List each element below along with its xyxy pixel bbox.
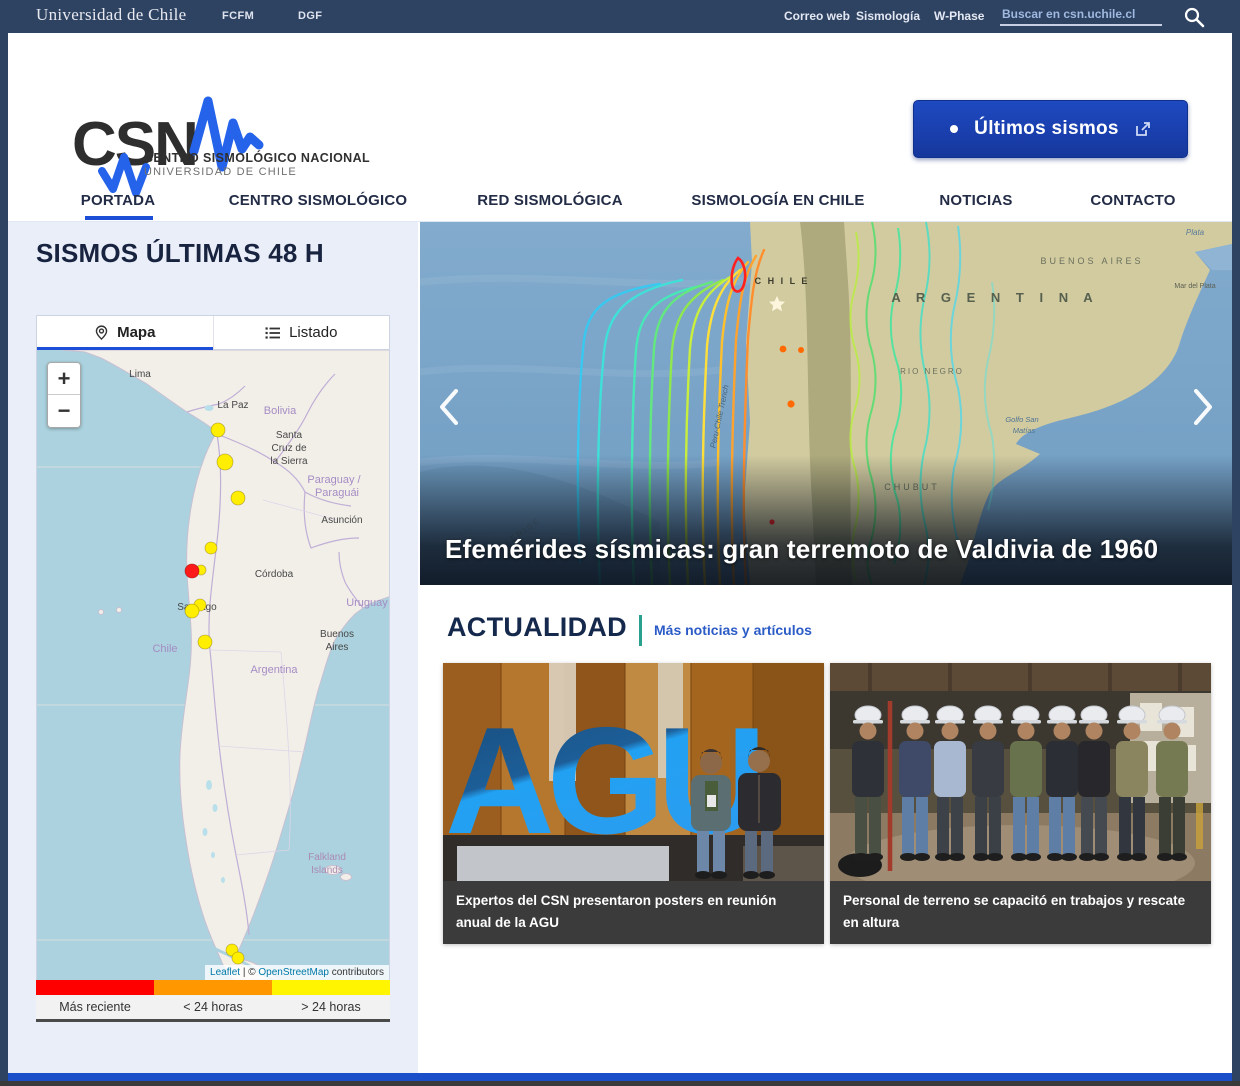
ultimos-sismos-button[interactable]: Últimos sismos bbox=[913, 100, 1188, 158]
svg-text:RIO NEGRO: RIO NEGRO bbox=[900, 367, 964, 376]
footer-blue-strip bbox=[8, 1073, 1232, 1081]
attrib-sep: | © bbox=[240, 967, 258, 978]
tab-mapa[interactable]: Mapa bbox=[37, 316, 213, 349]
svg-text:Buenos: Buenos bbox=[320, 629, 354, 640]
nav-centro-sismologico[interactable]: CENTRO SISMOLÓGICO bbox=[229, 192, 408, 209]
svg-text:Plata: Plata bbox=[1186, 228, 1205, 237]
svg-text:Matías: Matías bbox=[1013, 426, 1036, 435]
legend-swatch-lt24 bbox=[154, 980, 272, 995]
svg-text:La Paz: La Paz bbox=[217, 400, 248, 411]
site-header: CSN CENTRO SISMOLÓGICO NACIONAL UNIVERSI… bbox=[8, 33, 1232, 222]
footer-dark-strip bbox=[0, 1081, 1240, 1086]
search-icon[interactable] bbox=[1182, 5, 1206, 29]
svg-text:Cruz de: Cruz de bbox=[271, 443, 306, 454]
osm-link[interactable]: OpenStreetMap bbox=[258, 967, 329, 978]
search-input[interactable] bbox=[1000, 4, 1162, 26]
svg-text:Argentina: Argentina bbox=[250, 664, 298, 676]
csn-homepage: Universidad de Chile FCFM DGF Correo web… bbox=[0, 0, 1240, 1086]
logo-tagline-1: CENTRO SISMOLÓGICO NACIONAL bbox=[144, 151, 370, 165]
svg-text:Paraguay /: Paraguay / bbox=[307, 474, 361, 486]
legend-label-gt24: > 24 horas bbox=[272, 995, 390, 1019]
zoom-out-button[interactable]: − bbox=[48, 395, 80, 427]
external-link-icon bbox=[1135, 121, 1151, 137]
svg-text:Uruguay: Uruguay bbox=[346, 597, 388, 609]
legend-label-lt24: < 24 horas bbox=[154, 995, 272, 1019]
news-card-agu[interactable]: AGU Expertos del CSN presentaron posters… bbox=[443, 663, 824, 944]
svg-text:Chile: Chile bbox=[152, 643, 177, 655]
nav-portada[interactable]: PORTADA bbox=[81, 192, 155, 209]
dgf-link[interactable]: DGF bbox=[298, 10, 322, 22]
svg-text:Asunción: Asunción bbox=[321, 515, 362, 526]
legend-color-bar bbox=[36, 980, 390, 995]
ultimos-sismos-label: Últimos sismos bbox=[974, 118, 1119, 140]
zoom-in-button[interactable]: + bbox=[48, 363, 80, 395]
news-image-agu: AGU bbox=[443, 663, 824, 881]
wphase-link[interactable]: W-Phase bbox=[934, 9, 984, 23]
hero-carousel: A R G E N T I N A BUENOS AIRES Plata Mar de… bbox=[420, 222, 1232, 585]
tab-listado-label: Listado bbox=[289, 324, 337, 341]
nav-noticias[interactable]: NOTICIAS bbox=[939, 192, 1012, 209]
svg-text:la Sierra: la Sierra bbox=[270, 456, 308, 467]
nav-sismologia-en-chile[interactable]: SISMOLOGÍA EN CHILE bbox=[691, 192, 864, 209]
svg-text:Falkland: Falkland bbox=[308, 852, 346, 863]
svg-text:Islands: Islands bbox=[311, 865, 343, 876]
zoom-control: + − bbox=[47, 362, 81, 428]
bullet-dot-icon bbox=[950, 125, 958, 133]
map-pin-icon bbox=[94, 325, 109, 340]
leaflet-map[interactable]: Lima La Paz Bolivia Santa Cruz de la Sierra Pa… bbox=[36, 350, 390, 980]
carousel-prev-icon[interactable] bbox=[436, 387, 462, 427]
news-image-capacitacion bbox=[830, 663, 1211, 881]
news-caption-capacitacion: Personal de terreno se capacitó en traba… bbox=[830, 881, 1211, 944]
carousel-next-icon[interactable] bbox=[1190, 387, 1216, 427]
leaflet-link[interactable]: Leaflet bbox=[210, 967, 240, 978]
active-nav-indicator bbox=[85, 216, 153, 220]
svg-text:Bolivia: Bolivia bbox=[264, 405, 297, 417]
svg-text:BUENOS AIRES: BUENOS AIRES bbox=[1040, 256, 1143, 266]
more-news-link[interactable]: Más noticias y artículos bbox=[654, 622, 812, 638]
uchile-brand-link[interactable]: Universidad de Chile bbox=[36, 5, 186, 25]
svg-text:Paraguái: Paraguái bbox=[315, 487, 359, 499]
caption-gradient bbox=[420, 455, 1232, 585]
tab-mapa-label: Mapa bbox=[117, 324, 155, 341]
tab-listado[interactable]: Listado bbox=[213, 316, 390, 349]
heading-divider bbox=[639, 615, 642, 646]
nav-red-sismologica[interactable]: RED SISMOLÓGICA bbox=[477, 192, 623, 209]
top-utility-bar: Universidad de Chile FCFM DGF Correo web… bbox=[0, 0, 1240, 33]
actualidad-heading: ACTUALIDAD bbox=[447, 612, 627, 643]
legend-swatch-recent bbox=[36, 980, 154, 995]
svg-text:Lima: Lima bbox=[129, 369, 151, 380]
svg-text:Mar del Plata: Mar del Plata bbox=[1174, 283, 1215, 290]
svg-text:Córdoba: Córdoba bbox=[255, 569, 294, 580]
search-field-wrap bbox=[1000, 4, 1162, 26]
nav-contacto[interactable]: CONTACTO bbox=[1090, 192, 1175, 209]
attrib-suffix: contributors bbox=[329, 967, 384, 978]
svg-text:Aires: Aires bbox=[326, 642, 349, 653]
csn-logo[interactable]: CSN bbox=[66, 93, 366, 203]
sismologia-link[interactable]: Sismología bbox=[856, 9, 920, 23]
legend-labels: Más reciente < 24 horas > 24 horas bbox=[36, 995, 390, 1022]
list-icon bbox=[265, 326, 281, 340]
svg-text:Santa: Santa bbox=[276, 430, 303, 441]
svg-text:Golfo San: Golfo San bbox=[1005, 415, 1038, 424]
news-caption-agu: Expertos del CSN presentaron posters en … bbox=[443, 881, 824, 944]
logo-tagline-2: UNIVERSIDAD DE CHILE bbox=[144, 166, 297, 178]
south-america-map: Lima La Paz Bolivia Santa Cruz de la Sierra Pa… bbox=[37, 350, 390, 980]
legend-label-recent: Más reciente bbox=[36, 995, 154, 1019]
map-attribution: Leaflet | © OpenStreetMap contributors bbox=[205, 965, 389, 980]
carousel-headline[interactable]: Efemérides sísmicas: gran terremoto de V… bbox=[445, 534, 1158, 565]
map-list-tabs: Mapa Listado bbox=[36, 315, 390, 350]
svg-text:A R G E N T I N A: A R G E N T I N A bbox=[891, 290, 1098, 305]
news-card-capacitacion[interactable]: Personal de terreno se capacitó en traba… bbox=[830, 663, 1211, 944]
sidebar-title: SISMOS ÚLTIMAS 48 H bbox=[36, 238, 324, 269]
svg-text:C H I L E: C H I L E bbox=[755, 276, 810, 286]
fcfm-link[interactable]: FCFM bbox=[222, 10, 254, 22]
legend-swatch-gt24 bbox=[272, 980, 390, 995]
correo-web-link[interactable]: Correo web bbox=[784, 9, 850, 23]
